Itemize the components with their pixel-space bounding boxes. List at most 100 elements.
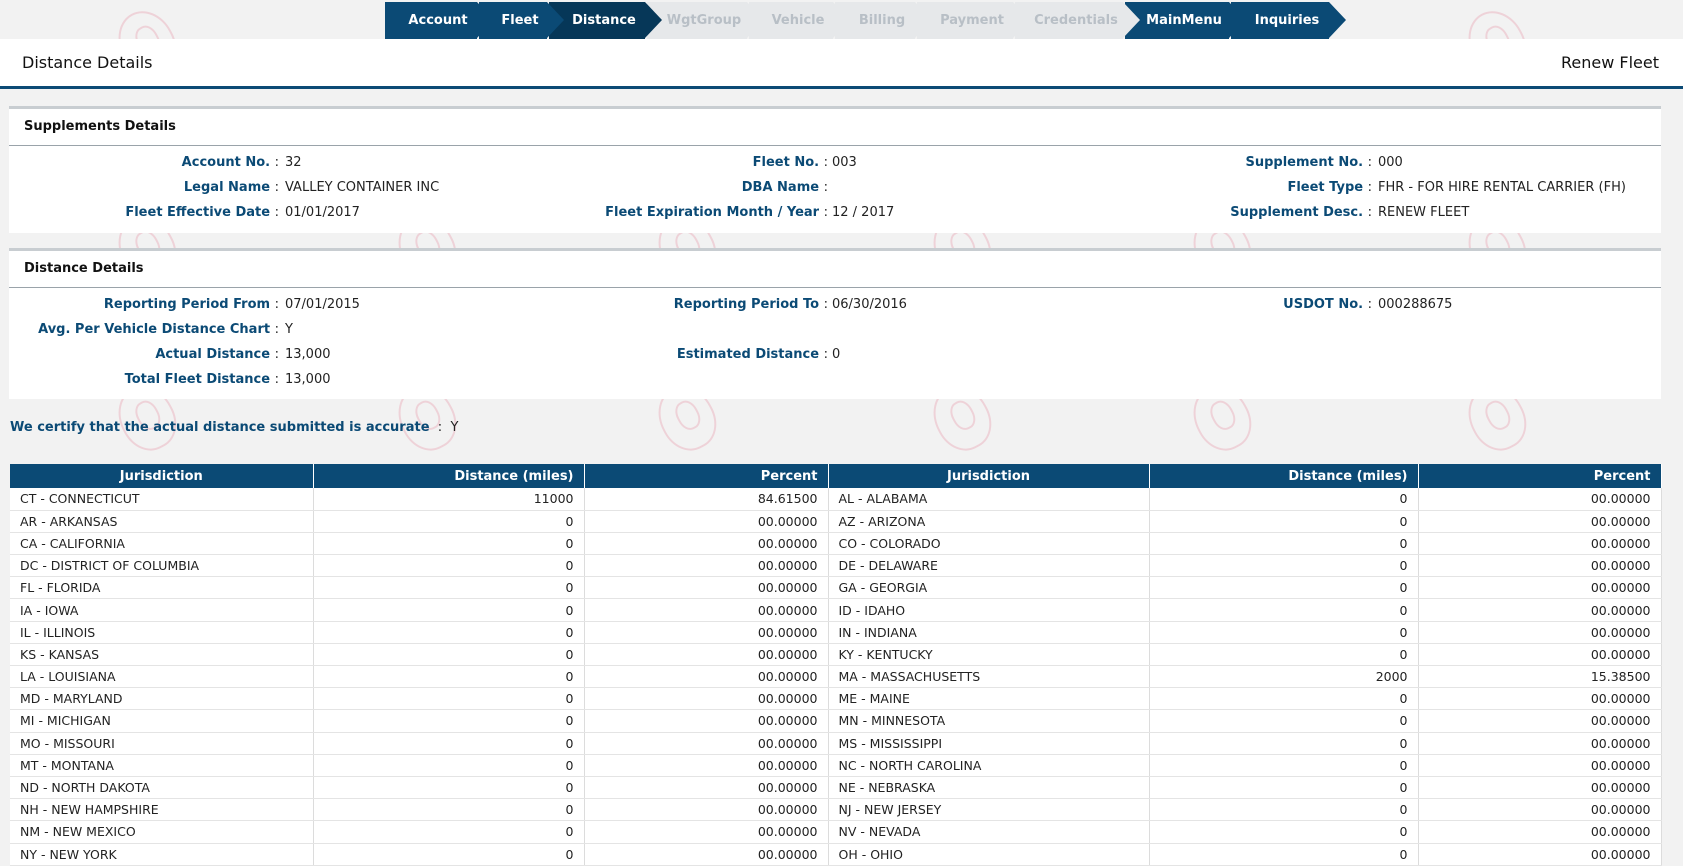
fleet-effective-value: 01/01/2017 <box>285 205 360 220</box>
distance-heading: Distance Details <box>9 251 1661 288</box>
col-header-jurisdiction[interactable]: Jurisdiction <box>828 464 1150 488</box>
cell-percent: 00.00000 <box>584 510 829 533</box>
cell-jurisdiction: ND - NORTH DAKOTA <box>10 776 314 800</box>
table-row: FL - FLORIDA 0 00.00000 GA - GEORGIA 0 00.000… <box>10 576 1662 600</box>
supplements-row: Fleet Effective Date : 01/01/2017 Fleet … <box>9 205 1661 230</box>
cell-jurisdiction: NV - NEVADA <box>828 820 1150 844</box>
cell-percent: 00.00000 <box>1418 687 1662 711</box>
cell-jurisdiction: AL - ALABAMA <box>828 488 1150 511</box>
certify-statement: We certify that the actual distance subm… <box>10 420 459 435</box>
table-row: MD - MARYLAND 0 00.00000 ME - MAINE 0 00.0000… <box>10 687 1662 711</box>
wizard-step-credentials: Credentials <box>1015 2 1140 39</box>
table-header-row: Jurisdiction Distance (miles) Percent Ju… <box>10 464 1662 488</box>
cell-percent: 00.00000 <box>1418 709 1662 733</box>
cell-percent: 00.00000 <box>1418 820 1662 844</box>
table-row: MI - MICHIGAN 0 00.00000 MN - MINNESOTA 0 00.… <box>10 709 1662 733</box>
cell-percent: 00.00000 <box>1418 798 1662 822</box>
fleet-expiration-value: 12 / 2017 <box>832 205 895 220</box>
col-header-percent[interactable]: Percent <box>1418 464 1662 488</box>
cell-jurisdiction: KS - KANSAS <box>10 643 314 667</box>
supplements-heading: Supplements Details <box>9 109 1661 146</box>
col-header-distance[interactable]: Distance (miles) <box>1149 464 1419 488</box>
cell-jurisdiction: KY - KENTUCKY <box>828 643 1150 667</box>
cell-percent: 84.61500 <box>584 488 829 511</box>
cell-jurisdiction: IA - IOWA <box>10 598 314 622</box>
cell-distance: 0 <box>1149 598 1419 622</box>
cell-jurisdiction: ID - IDAHO <box>828 598 1150 622</box>
col-header-percent[interactable]: Percent <box>584 464 829 488</box>
supplement-no-value: 000 <box>1378 155 1403 170</box>
cell-distance: 0 <box>313 709 585 733</box>
dba-name-label: DBA Name : <box>741 180 828 195</box>
cell-distance: 0 <box>313 510 585 533</box>
cell-percent: 00.00000 <box>584 843 829 866</box>
cell-jurisdiction: NY - NEW YORK <box>10 843 314 866</box>
cell-jurisdiction: MO - MISSOURI <box>10 732 314 755</box>
certify-label: We certify that the actual distance subm… <box>10 420 430 435</box>
cell-jurisdiction: MT - MONTANA <box>10 754 314 777</box>
supplements-row: Account No. : 32 Fleet No. : 003 Supplem… <box>9 155 1661 180</box>
wizard-step-account[interactable]: Account <box>385 2 494 39</box>
jurisdiction-table: Jurisdiction Distance (miles) Percent Ju… <box>10 464 1662 866</box>
cell-percent: 00.00000 <box>1418 510 1662 533</box>
actual-distance-label: Actual Distance : <box>155 347 279 362</box>
cell-jurisdiction: FL - FLORIDA <box>10 576 314 600</box>
cell-distance: 0 <box>313 798 585 822</box>
cell-jurisdiction: NJ - NEW JERSEY <box>828 798 1150 822</box>
cell-distance: 0 <box>1149 488 1419 511</box>
cell-distance: 0 <box>313 643 585 667</box>
cell-percent: 00.00000 <box>584 532 829 556</box>
cell-percent: 00.00000 <box>1418 843 1662 866</box>
table-body: CT - CONNECTICUT 11000 84.61500 AL - ALABAM… <box>10 488 1662 866</box>
cell-distance: 0 <box>1149 643 1419 667</box>
col-header-jurisdiction[interactable]: Jurisdiction <box>10 464 314 488</box>
table-row: CA - CALIFORNIA 0 00.00000 CO - COLORADO 0 00… <box>10 532 1662 556</box>
cell-percent: 15.38500 <box>1418 665 1662 689</box>
distance-row: Reporting Period From : 07/01/2015 Repor… <box>9 297 1661 322</box>
cell-percent: 00.00000 <box>584 776 829 800</box>
distance-panel: Distance Details Reporting Period From :… <box>9 248 1661 399</box>
cell-jurisdiction: MN - MINNESOTA <box>828 709 1150 733</box>
cell-distance: 0 <box>313 532 585 556</box>
total-distance-value: 13,000 <box>285 372 331 387</box>
cell-jurisdiction: CA - CALIFORNIA <box>10 532 314 556</box>
fleet-type-value: FHR - FOR HIRE RENTAL CARRIER (FH) <box>1378 180 1626 195</box>
cell-percent: 00.00000 <box>1418 488 1662 511</box>
legal-name-label: Legal Name : <box>183 180 279 195</box>
cell-distance: 11000 <box>313 488 585 511</box>
cell-percent: 00.00000 <box>584 643 829 667</box>
total-distance-label: Total Fleet Distance : <box>124 372 279 387</box>
cell-percent: 00.00000 <box>584 820 829 844</box>
cell-distance: 0 <box>313 820 585 844</box>
cell-jurisdiction: CT - CONNECTICUT <box>10 488 314 511</box>
cell-distance: 0 <box>1149 843 1419 866</box>
table-row: MO - MISSOURI 0 00.00000 MS - MISSISSIPPI 0 0… <box>10 732 1662 755</box>
supplement-desc-value: RENEW FLEET <box>1378 205 1470 220</box>
cell-distance: 0 <box>313 843 585 866</box>
cell-distance: 0 <box>1149 732 1419 755</box>
cell-jurisdiction: AR - ARKANSAS <box>10 510 314 533</box>
cell-percent: 00.00000 <box>584 554 829 578</box>
cell-percent: 00.00000 <box>1418 532 1662 556</box>
cell-jurisdiction: LA - LOUISIANA <box>10 665 314 689</box>
cell-jurisdiction: MD - MARYLAND <box>10 687 314 711</box>
wizard-step-mainmenu[interactable]: MainMenu <box>1125 2 1246 39</box>
cell-distance: 0 <box>313 687 585 711</box>
page-title: Distance Details <box>22 53 153 72</box>
cell-distance: 0 <box>313 621 585 644</box>
cell-jurisdiction: ME - MAINE <box>828 687 1150 711</box>
cell-jurisdiction: CO - COLORADO <box>828 532 1150 556</box>
cell-percent: 00.00000 <box>584 732 829 755</box>
cell-jurisdiction: DE - DELAWARE <box>828 554 1150 578</box>
cell-distance: 0 <box>1149 532 1419 556</box>
account-no-value: 32 <box>285 155 302 170</box>
jurisdiction-table-wrapper: Jurisdiction Distance (miles) Percent Ju… <box>10 464 1662 866</box>
col-header-distance[interactable]: Distance (miles) <box>313 464 585 488</box>
wizard-step-wgtgroup: WgtGroup <box>647 2 764 39</box>
cell-distance: 2000 <box>1149 665 1419 689</box>
cell-distance: 0 <box>1149 820 1419 844</box>
table-row: KS - KANSAS 0 00.00000 KY - KENTUCKY 0 00.000… <box>10 643 1662 667</box>
cell-distance: 0 <box>313 576 585 600</box>
cell-percent: 00.00000 <box>584 598 829 622</box>
estimated-distance-label: Estimated Distance : <box>676 347 828 362</box>
